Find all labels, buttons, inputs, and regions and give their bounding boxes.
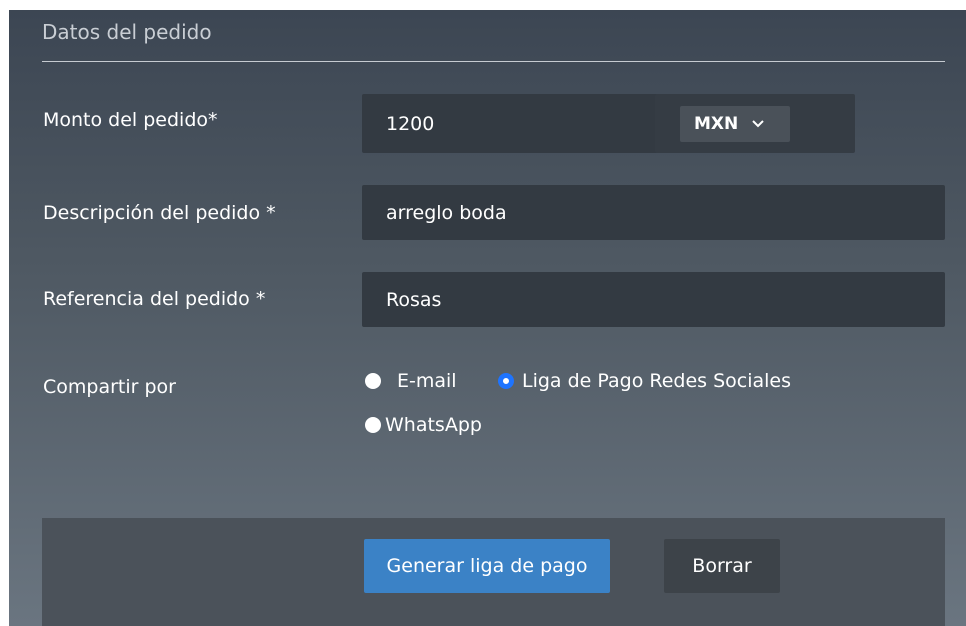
section-title: Datos del pedido (42, 20, 212, 44)
radio-whatsapp-dot[interactable] (365, 417, 381, 433)
currency-value: MXN (694, 114, 739, 134)
radio-whatsapp-label: WhatsApp (385, 414, 482, 436)
amount-label: Monto del pedido* (43, 109, 218, 131)
chevron-down-icon (752, 116, 764, 132)
reference-label: Referencia del pedido * (43, 288, 266, 310)
radio-social-link-dot[interactable] (498, 373, 514, 389)
radio-whatsapp[interactable]: WhatsApp (365, 414, 482, 436)
currency-select[interactable]: MXN (680, 106, 790, 142)
radio-email[interactable]: E-mail (365, 370, 457, 392)
radio-social-link-label: Liga de Pago Redes Sociales (522, 370, 792, 392)
radio-email-dot[interactable] (365, 373, 381, 389)
order-form-panel: Datos del pedido Monto del pedido* 1200 … (9, 10, 966, 626)
generate-payment-link-button[interactable]: Generar liga de pago (364, 539, 610, 593)
description-input[interactable]: arreglo boda (362, 185, 945, 240)
reference-input[interactable]: Rosas (362, 272, 945, 327)
radio-email-label: E-mail (397, 370, 457, 392)
section-divider (42, 61, 945, 62)
share-label: Compartir por (43, 376, 176, 398)
clear-button[interactable]: Borrar (664, 539, 780, 593)
description-label: Descripción del pedido * (43, 202, 276, 224)
radio-social-link[interactable]: Liga de Pago Redes Sociales (498, 370, 791, 392)
amount-input[interactable]: 1200 (362, 94, 662, 153)
